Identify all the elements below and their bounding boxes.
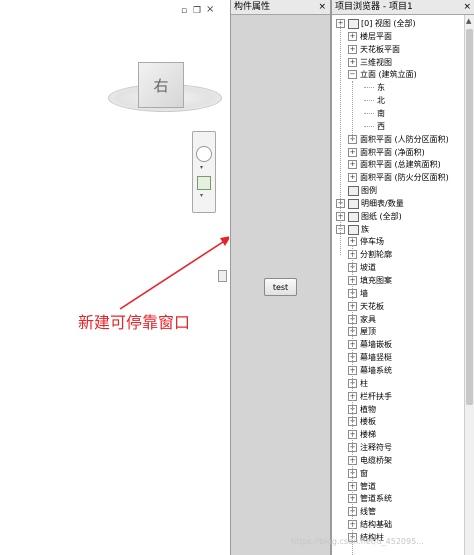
scroll-up-icon[interactable]: ▲ — [466, 17, 471, 25]
tree-item-label: 图纸 (全部) — [361, 211, 402, 221]
tree-item-label: 分割轮廓 — [360, 250, 392, 260]
tree-guide-line — [340, 23, 341, 255]
tree-item-label: 停车场 — [360, 237, 384, 247]
close-icon[interactable]: × — [318, 0, 326, 14]
tree-item-label: [0] 视图 (全部) — [361, 19, 416, 28]
close-icon[interactable]: × — [463, 0, 471, 14]
vertical-scrollbar[interactable]: ▲ — [464, 15, 474, 555]
tree-item[interactable]: + 面积平面 (总建筑面积) — [332, 158, 465, 171]
tree-item-label: 幕墙系统 — [360, 365, 392, 375]
tree-item-label: 栏杆扶手 — [360, 391, 392, 401]
tree-item[interactable]: + 三维视图 — [332, 56, 465, 69]
tree-item[interactable]: + 图纸 (全部) — [332, 210, 465, 223]
tree-item-label: 填充图案 — [360, 276, 392, 285]
tree-item-label: 三维视图 — [360, 57, 392, 67]
sheet-icon — [348, 211, 359, 222]
test-button[interactable]: test — [264, 278, 297, 296]
annotation-text: 新建可停靠窗口 — [78, 313, 191, 332]
expand-icon[interactable]: + — [348, 173, 357, 183]
tree-item-label: 结构基础 — [360, 520, 392, 530]
expand-icon[interactable]: + — [348, 57, 357, 67]
browser-title-bar: 项目浏览器 - 项目1 × — [332, 0, 474, 15]
tree-item-label: 楼梯 — [360, 430, 376, 440]
tree-guide-line — [364, 100, 374, 102]
expand-icon[interactable]: + — [348, 160, 357, 170]
tree-item-label: 立面 (建筑立面) — [360, 70, 417, 80]
tree-item-label: 族 — [361, 224, 369, 234]
tree-item-label: 电缆桥架 — [360, 455, 392, 465]
drawing-view[interactable]: ▫ ❐ × 右 ▾ ▾ 新建可停靠窗口 — [0, 0, 229, 555]
watermark: https://blog.csdn.net/u_452095... — [291, 537, 424, 546]
family-icon — [348, 224, 359, 235]
tree-item-label: 注释符号 — [360, 443, 392, 453]
expand-icon[interactable]: + — [348, 44, 357, 54]
tree-item-label: 明细表/数量 — [361, 198, 404, 208]
tree-guide-line — [364, 112, 374, 114]
tree-item[interactable]: + 天花板平面 — [332, 43, 465, 56]
tree-item[interactable]: 图例 — [332, 184, 465, 197]
tree-item-label: 楼层平面 — [360, 31, 392, 41]
tree-item[interactable]: − 立面 (建筑立面) — [332, 68, 465, 81]
tree-item-label: 天花板平面 — [360, 44, 400, 54]
legend-icon — [348, 186, 359, 197]
tree-item-label: 北 — [377, 96, 385, 106]
tree-item-label: 面积平面 (防火分区面积) — [360, 173, 449, 183]
schedule-icon — [348, 198, 359, 209]
tree-item[interactable]: + 明细表/数量 — [332, 197, 465, 210]
tree-item[interactable]: − 族 — [332, 223, 465, 236]
tree-item-label: 植物 — [360, 404, 376, 414]
tree-guide-line — [364, 125, 374, 127]
tree-item-label: 柱 — [360, 378, 368, 388]
expand-icon[interactable]: + — [348, 147, 357, 157]
tree-item-label: 管道 — [360, 481, 376, 491]
annotation-arrow — [119, 236, 229, 310]
project-tree: + [0] 视图 (全部) + 楼层平面 + 天花板平面 + 三维视图 − 立面 (建筑立面) 东北… — [332, 15, 465, 555]
tree-item-label: 墙 — [360, 288, 368, 298]
expand-icon[interactable]: + — [348, 31, 357, 41]
tree-item-label: 面积平面 (净面积) — [360, 147, 425, 157]
view-icon — [348, 19, 359, 29]
tree-item-label: 坡道 — [360, 263, 376, 273]
tree-item-label: 管道系统 — [360, 494, 392, 504]
scroll-thumb[interactable] — [466, 29, 473, 405]
tree-item-label: 天花板 — [360, 301, 384, 311]
tree-item-label: 南 — [377, 108, 385, 118]
tree-item[interactable]: + [0] 视图 (全部) — [332, 17, 465, 30]
tree-item[interactable]: + 面积平面 (净面积) — [332, 146, 465, 159]
tree-item-label: 面积平面 (总建筑面积) — [360, 160, 441, 170]
tree-item-label: 家具 — [360, 314, 376, 324]
tree-item[interactable]: + 面积平面 (防火分区面积) — [332, 171, 465, 184]
project-browser: 项目浏览器 - 项目1 × + [0] 视图 (全部) + 楼层平面 + 天花板平面 + 三维… — [331, 0, 474, 555]
tree-item-label: 线管 — [360, 507, 376, 517]
tree-guide-line — [352, 245, 353, 555]
properties-title-bar: 构件属性 × — [231, 0, 330, 15]
tree-guide-line — [352, 81, 353, 139]
tree-item-label: 幕墙嵌板 — [360, 340, 392, 350]
tree-item-label: 楼板 — [360, 417, 376, 427]
tree-item-label: 东 — [377, 83, 385, 93]
properties-panel: 构件属性 × test — [230, 0, 331, 555]
browser-title: 项目浏览器 - 项目1 — [335, 2, 413, 12]
tree-guide-line — [364, 87, 374, 89]
tree-item[interactable]: + 楼层平面 — [332, 30, 465, 43]
tree-item-label: 图例 — [361, 186, 377, 196]
tree-item-label: 屋顶 — [360, 327, 376, 337]
tree-item-label: 幕墙竖梃 — [360, 353, 392, 363]
tree-item-label: 面积平面 (人防分区面积) — [360, 134, 449, 144]
properties-title: 构件属性 — [234, 2, 271, 12]
tree-item-label: 西 — [377, 121, 385, 131]
collapse-icon[interactable]: − — [348, 70, 357, 80]
tree-item-label: 窗 — [360, 468, 368, 478]
